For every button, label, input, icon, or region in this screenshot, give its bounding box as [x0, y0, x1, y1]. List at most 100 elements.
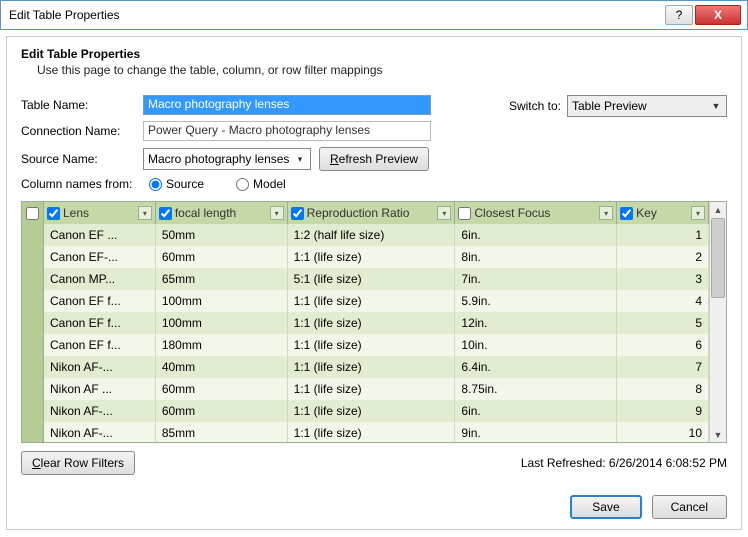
cell: 180mm — [156, 334, 288, 356]
row-handle[interactable] — [22, 312, 44, 334]
cell: 1:1 (life size) — [288, 246, 456, 268]
close-button[interactable]: X — [695, 5, 741, 25]
titlebar[interactable]: Edit Table Properties ? X — [0, 0, 748, 30]
row-handle[interactable] — [22, 246, 44, 268]
row-handle[interactable] — [22, 378, 44, 400]
radio-source-input[interactable] — [149, 178, 162, 191]
cell: 60mm — [156, 400, 288, 422]
cell: 3 — [617, 268, 709, 290]
cell: Canon EF f... — [44, 312, 156, 334]
col-lens[interactable]: Lens▾ — [44, 202, 156, 224]
switch-to-combo[interactable]: Table Preview ▼ — [567, 95, 727, 117]
connection-name-field: Power Query - Macro photography lenses — [143, 121, 431, 141]
save-button[interactable]: Save — [570, 495, 641, 519]
filter-icon[interactable]: ▾ — [437, 206, 451, 220]
cell: 2 — [617, 246, 709, 268]
row-handle[interactable] — [22, 422, 44, 442]
table-name-label: Table Name: — [21, 98, 143, 112]
cell: Canon EF-... — [44, 246, 156, 268]
cell: 60mm — [156, 246, 288, 268]
cancel-button[interactable]: Cancel — [652, 495, 727, 519]
grid-body: Canon EF ...50mm1:2 (half life size)6in.… — [22, 224, 709, 442]
col-closest-focus[interactable]: Closest Focus▾ — [455, 202, 617, 224]
cell: Nikon AF ... — [44, 378, 156, 400]
dialog-body: Edit Table Properties Use this page to c… — [6, 36, 742, 530]
table-row[interactable]: Canon EF ...50mm1:2 (half life size)6in.… — [22, 224, 709, 246]
cell: Canon EF f... — [44, 290, 156, 312]
table-row[interactable]: Nikon AF-...40mm1:1 (life size)6.4in.7 — [22, 356, 709, 378]
cell: 8 — [617, 378, 709, 400]
column-names-from-label: Column names from: — [21, 177, 143, 191]
cell: 100mm — [156, 290, 288, 312]
filter-icon[interactable]: ▾ — [691, 206, 705, 220]
radio-model[interactable]: Model — [236, 177, 286, 191]
cell: 12in. — [455, 312, 617, 334]
col-reproduction-ratio[interactable]: Reproduction Ratio▾ — [288, 202, 456, 224]
cell: 1:1 (life size) — [288, 422, 456, 442]
cell: 5 — [617, 312, 709, 334]
col-key[interactable]: Key▾ — [617, 202, 709, 224]
cell: 1:1 (life size) — [288, 400, 456, 422]
cell: Canon EF f... — [44, 334, 156, 356]
cell: 9in. — [455, 422, 617, 442]
row-handle[interactable] — [22, 356, 44, 378]
cell: 10in. — [455, 334, 617, 356]
cell: Nikon AF-... — [44, 422, 156, 442]
last-refreshed-label: Last Refreshed: 6/26/2014 6:08:52 PM — [521, 456, 727, 470]
row-handle[interactable] — [22, 224, 44, 246]
cell: 40mm — [156, 356, 288, 378]
source-name-combo[interactable]: Macro photography lenses ▾ — [143, 148, 311, 170]
cell: 1:2 (half life size) — [288, 224, 456, 246]
table-row[interactable]: Nikon AF-...85mm1:1 (life size)9in.10 — [22, 422, 709, 442]
cell: 10 — [617, 422, 709, 442]
cell: 1:1 (life size) — [288, 334, 456, 356]
col-focal-length[interactable]: focal length▾ — [156, 202, 288, 224]
page-subtitle: Use this page to change the table, colum… — [37, 63, 727, 77]
filter-icon[interactable]: ▾ — [599, 206, 613, 220]
chevron-down-icon: ▼ — [708, 98, 724, 114]
cell: 100mm — [156, 312, 288, 334]
select-all-checkbox[interactable] — [26, 207, 39, 220]
row-handle[interactable] — [22, 268, 44, 290]
radio-model-input[interactable] — [236, 178, 249, 191]
table-row[interactable]: Canon EF f...100mm1:1 (life size)5.9in.4 — [22, 290, 709, 312]
cell: 50mm — [156, 224, 288, 246]
cell: 6in. — [455, 224, 617, 246]
table-row[interactable]: Canon EF f...100mm1:1 (life size)12in.5 — [22, 312, 709, 334]
scroll-down-icon[interactable]: ▼ — [710, 427, 726, 442]
cell: 60mm — [156, 378, 288, 400]
table-row[interactable]: Nikon AF ...60mm1:1 (life size)8.75in.8 — [22, 378, 709, 400]
vertical-scrollbar[interactable]: ▲ ▼ — [709, 202, 726, 442]
scroll-thumb[interactable] — [711, 218, 725, 298]
table-row[interactable]: Nikon AF-...60mm1:1 (life size)6in.9 — [22, 400, 709, 422]
table-row[interactable]: Canon MP...65mm5:1 (life size)7in.3 — [22, 268, 709, 290]
table-row[interactable]: Canon EF-...60mm1:1 (life size)8in.2 — [22, 246, 709, 268]
page-title: Edit Table Properties — [21, 47, 727, 61]
window-title: Edit Table Properties — [9, 8, 663, 22]
source-name-label: Source Name: — [21, 152, 143, 166]
help-button[interactable]: ? — [665, 5, 693, 25]
clear-row-filters-button[interactable]: Clear Row Filters — [21, 451, 135, 475]
cell: 7 — [617, 356, 709, 378]
table-name-input[interactable]: Macro photography lenses — [143, 95, 431, 115]
cell: 8in. — [455, 246, 617, 268]
table-row[interactable]: Canon EF f...180mm1:1 (life size)10in.6 — [22, 334, 709, 356]
cell: 7in. — [455, 268, 617, 290]
cell: 6in. — [455, 400, 617, 422]
row-handle[interactable] — [22, 290, 44, 312]
cell: 65mm — [156, 268, 288, 290]
cell: 1:1 (life size) — [288, 290, 456, 312]
cell: 6 — [617, 334, 709, 356]
row-handle[interactable] — [22, 334, 44, 356]
switch-to-label: Switch to: — [509, 99, 561, 113]
row-handle[interactable] — [22, 400, 44, 422]
select-all-header[interactable] — [22, 202, 44, 224]
scroll-up-icon[interactable]: ▲ — [710, 202, 726, 217]
cell: 1:1 (life size) — [288, 312, 456, 334]
filter-icon[interactable]: ▾ — [270, 206, 284, 220]
cell: 8.75in. — [455, 378, 617, 400]
radio-source[interactable]: Source — [149, 177, 204, 191]
filter-icon[interactable]: ▾ — [138, 206, 152, 220]
refresh-preview-button[interactable]: Refresh Preview — [319, 147, 429, 171]
cell: Nikon AF-... — [44, 356, 156, 378]
